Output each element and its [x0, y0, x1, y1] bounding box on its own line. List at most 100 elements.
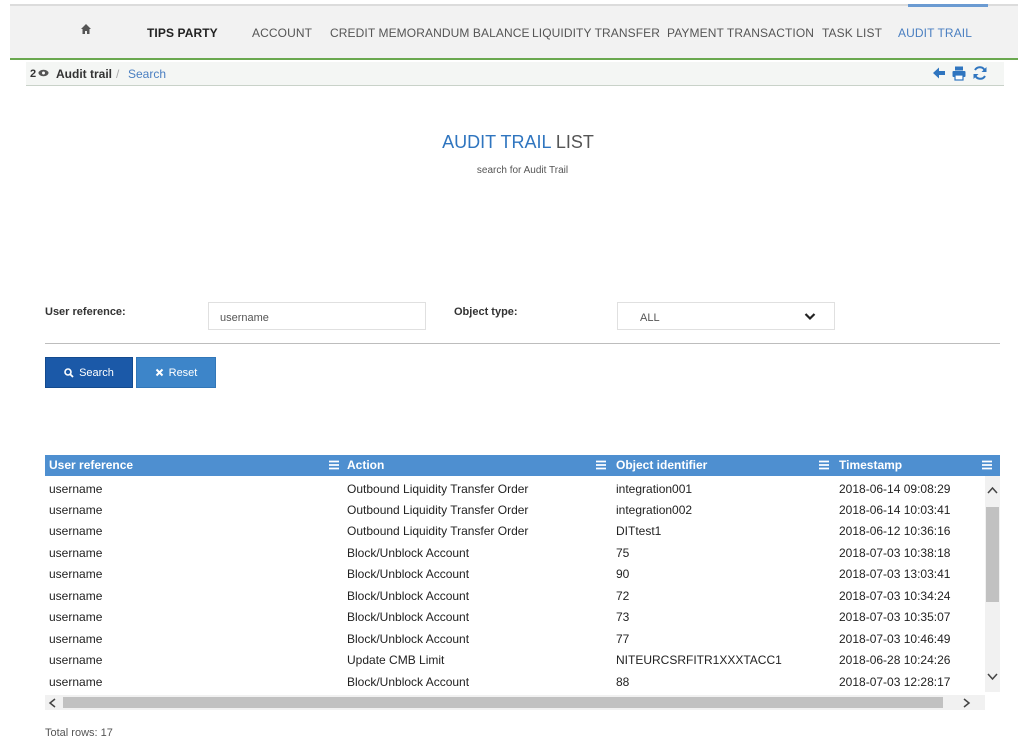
- cell-timestamp: 2018-07-03 10:38:18: [839, 546, 951, 560]
- cell-object-identifier: DITtest1: [616, 524, 662, 538]
- eye-icon: [38, 69, 49, 77]
- search-button-label: Search: [79, 366, 114, 379]
- table-row[interactable]: username Outbound Liquidity Transfer Ord…: [45, 499, 985, 520]
- cell-user-reference: username: [49, 482, 103, 496]
- nav-credit-memorandum-balance[interactable]: CREDIT MEMORANDUM BALANCE: [330, 26, 530, 40]
- column-menu-icon[interactable]: [982, 460, 992, 470]
- cell-object-identifier: 90: [616, 567, 630, 581]
- cell-timestamp: 2018-06-12 10:36:16: [839, 524, 951, 538]
- active-tab-indicator: [908, 4, 988, 7]
- top-navigation: TIPS PARTY ACCOUNT CREDIT MEMORANDUM BAL…: [10, 4, 1018, 60]
- breadcrumb-count: 2: [30, 68, 37, 80]
- page-title-highlight: AUDIT TRAIL: [442, 132, 551, 152]
- nav-tips-party[interactable]: TIPS PARTY: [147, 26, 218, 40]
- column-header-timestamp[interactable]: Timestamp: [839, 458, 902, 472]
- cell-object-identifier: 88: [616, 675, 630, 689]
- cell-object-identifier: 72: [616, 589, 630, 603]
- table-row[interactable]: username Block/Unblock Account 72 2018-0…: [45, 585, 985, 606]
- user-reference-input[interactable]: username: [208, 302, 426, 330]
- cell-timestamp: 2018-07-03 13:03:41: [839, 567, 951, 581]
- table-row[interactable]: username Block/Unblock Account 75 2018-0…: [45, 542, 985, 563]
- table-row[interactable]: username Block/Unblock Account 73 2018-0…: [45, 606, 985, 627]
- breadcrumb: 2 Audit trail / Search: [26, 62, 1004, 86]
- cell-user-reference: username: [49, 589, 103, 603]
- cell-timestamp: 2018-07-03 10:46:49: [839, 632, 951, 646]
- cell-timestamp: 2018-06-14 09:08:29: [839, 482, 951, 496]
- column-header-object-identifier[interactable]: Object identifier: [616, 458, 707, 472]
- horizontal-scrollbar[interactable]: [45, 695, 985, 710]
- vertical-scrollbar-thumb[interactable]: [986, 507, 999, 602]
- cell-action: Outbound Liquidity Transfer Order: [347, 503, 529, 517]
- cell-action: Block/Unblock Account: [347, 675, 470, 689]
- cell-action: Block/Unblock Account: [347, 546, 470, 560]
- column-header-action[interactable]: Action: [347, 458, 384, 472]
- column-menu-icon[interactable]: [819, 460, 829, 470]
- refresh-icon[interactable]: [972, 65, 988, 81]
- table-row[interactable]: username Block/Unblock Account 88 2018-0…: [45, 671, 985, 692]
- cell-timestamp: 2018-06-28 10:24:26: [839, 653, 951, 667]
- vertical-scrollbar[interactable]: [985, 476, 1000, 692]
- cell-object-identifier: NITEURCSRFITR1XXXTACC1: [616, 653, 782, 667]
- cell-action: Outbound Liquidity Transfer Order: [347, 524, 529, 538]
- scroll-up-icon[interactable]: [987, 486, 998, 494]
- search-button[interactable]: Search: [45, 357, 133, 388]
- cell-user-reference: username: [49, 653, 103, 667]
- scroll-left-icon[interactable]: [48, 698, 56, 708]
- cell-timestamp: 2018-07-03 12:28:17: [839, 675, 951, 689]
- cell-action: Update CMB Limit: [347, 653, 445, 667]
- reset-button-label: Reset: [168, 366, 198, 379]
- table-row[interactable]: username Outbound Liquidity Transfer Ord…: [45, 478, 985, 499]
- table-header: User reference Action Object identifier …: [45, 455, 1000, 476]
- table-row[interactable]: username Block/Unblock Account 90 2018-0…: [45, 563, 985, 584]
- column-header-user-reference[interactable]: User reference: [49, 458, 133, 472]
- user-reference-label: User reference:: [45, 306, 126, 318]
- cell-timestamp: 2018-07-03 10:35:07: [839, 610, 951, 624]
- cell-timestamp: 2018-07-03 10:34:24: [839, 589, 951, 603]
- close-icon: [155, 368, 163, 377]
- cell-action: Block/Unblock Account: [347, 632, 470, 646]
- cell-user-reference: username: [49, 503, 103, 517]
- horizontal-scrollbar-thumb[interactable]: [63, 697, 943, 708]
- reset-button[interactable]: Reset: [136, 357, 216, 388]
- home-icon[interactable]: [80, 23, 92, 35]
- nav-liquidity-transfer[interactable]: LIQUIDITY TRANSFER: [532, 26, 660, 40]
- object-type-value: ALL: [640, 312, 660, 324]
- cell-user-reference: username: [49, 610, 103, 624]
- back-arrow-icon[interactable]: [931, 65, 947, 81]
- cell-action: Block/Unblock Account: [347, 610, 470, 624]
- cell-object-identifier: 77: [616, 632, 630, 646]
- cell-user-reference: username: [49, 567, 103, 581]
- cell-action: Block/Unblock Account: [347, 567, 470, 581]
- table-row[interactable]: username Update CMB Limit NITEURCSRFITR1…: [45, 649, 985, 670]
- total-rows: Total rows: 17: [45, 727, 113, 739]
- nav-account[interactable]: ACCOUNT: [252, 26, 312, 40]
- search-icon: [64, 367, 74, 378]
- cell-object-identifier: 73: [616, 610, 630, 624]
- breadcrumb-search[interactable]: Search: [128, 67, 166, 81]
- scroll-right-icon[interactable]: [963, 698, 971, 708]
- nav-payment-transaction[interactable]: PAYMENT TRANSACTION: [667, 26, 814, 40]
- breadcrumb-audit-trail[interactable]: Audit trail: [56, 67, 112, 81]
- object-type-label: Object type:: [454, 306, 518, 318]
- table-row[interactable]: username Block/Unblock Account 77 2018-0…: [45, 628, 985, 649]
- audit-trail-table: User reference Action Object identifier …: [45, 455, 1000, 715]
- scroll-down-icon[interactable]: [987, 673, 998, 681]
- object-type-select[interactable]: ALL: [617, 302, 835, 330]
- column-menu-icon[interactable]: [596, 460, 606, 470]
- page-subtitle: search for Audit Trail: [476, 165, 569, 176]
- table-row[interactable]: username Outbound Liquidity Transfer Ord…: [45, 520, 985, 541]
- chevron-down-icon: [804, 313, 816, 321]
- cell-object-identifier: integration002: [616, 503, 693, 517]
- nav-task-list[interactable]: TASK LIST: [822, 26, 882, 40]
- page-title: AUDIT TRAIL LIST: [0, 132, 1036, 153]
- cell-user-reference: username: [49, 546, 103, 560]
- cell-user-reference: username: [49, 632, 103, 646]
- column-menu-icon[interactable]: [329, 460, 339, 470]
- filter-divider: [45, 343, 1000, 344]
- cell-timestamp: 2018-06-14 10:03:41: [839, 503, 951, 517]
- page-title-rest: LIST: [550, 132, 594, 152]
- print-icon[interactable]: [951, 65, 967, 81]
- nav-audit-trail[interactable]: AUDIT TRAIL: [898, 26, 972, 40]
- cell-object-identifier: integration001: [616, 482, 693, 496]
- cell-object-identifier: 75: [616, 546, 630, 560]
